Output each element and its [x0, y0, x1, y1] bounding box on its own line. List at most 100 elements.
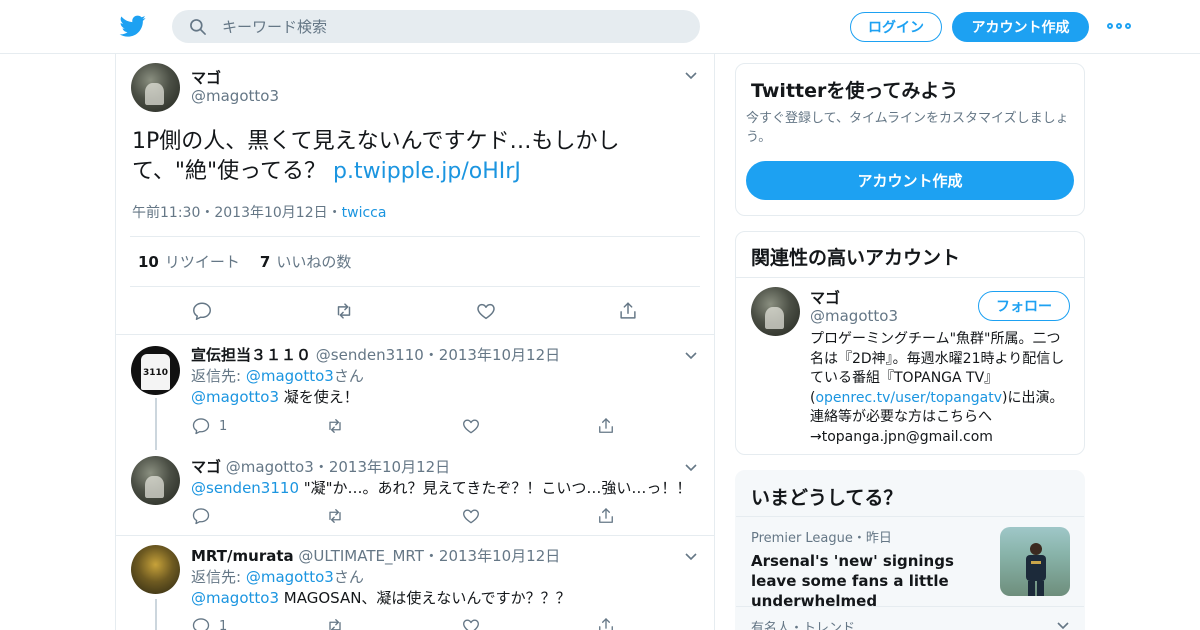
signup-card-button[interactable]: アカウント作成: [746, 161, 1074, 200]
reply-body: 凝を使え！: [279, 388, 359, 406]
share-icon[interactable]: [596, 616, 616, 630]
login-button[interactable]: ログイン: [850, 12, 942, 42]
reply-text: @magotto3 凝を使え！: [191, 386, 359, 407]
retweet-icon[interactable]: [325, 506, 345, 526]
reply-author-name[interactable]: MRT/murata: [191, 547, 294, 565]
reply-author-handle[interactable]: @magotto3: [226, 458, 314, 476]
follow-button[interactable]: フォロー: [978, 291, 1070, 321]
reply-to-handle[interactable]: @magotto3: [246, 367, 334, 385]
trend-meta: Premier League・昨日: [751, 531, 892, 546]
reply-body: MAGOSAN、凝は使えないんですか？？？: [279, 589, 571, 607]
reply-text: @magotto3 MAGOSAN、凝は使えないんですか？？？: [191, 587, 571, 608]
share-icon[interactable]: [617, 300, 639, 322]
signup-card-title: Twitterを使ってみよう: [751, 80, 959, 102]
reply-to-suffix: さん: [333, 568, 364, 586]
mention-link[interactable]: @senden3110: [191, 479, 299, 497]
divider: [736, 516, 1084, 517]
tweet-author-handle[interactable]: @magotto3: [191, 87, 279, 105]
reply-author-name[interactable]: 宣伝担当３１１０: [191, 346, 311, 364]
chevron-down-icon[interactable]: [684, 463, 698, 473]
reply-to-label: 返信先:: [191, 568, 246, 586]
avatar[interactable]: [751, 287, 800, 336]
reply-to-line: 返信先: @magotto3さん: [191, 365, 364, 386]
reply-icon[interactable]: [191, 616, 211, 630]
meta-dot: ・: [313, 458, 329, 476]
share-icon[interactable]: [596, 506, 616, 526]
heart-icon[interactable]: [461, 506, 481, 526]
trends-title: いまどうしてる？: [751, 487, 903, 509]
like-stat[interactable]: 7 いいねの数: [260, 251, 351, 272]
mention-link[interactable]: @magotto3: [191, 388, 279, 406]
bio-link[interactable]: openrec.tv/user/topangatv: [815, 390, 1002, 406]
retweet-icon[interactable]: [333, 300, 355, 322]
reply-header: 宣伝担当３１１０ @senden3110・2013年10月12日: [191, 344, 560, 365]
signup-button[interactable]: アカウント作成: [952, 12, 1089, 42]
chevron-down-icon[interactable]: [684, 71, 698, 81]
like-label: いいねの数: [276, 253, 352, 271]
trend-meta[interactable]: 有名人・トレンド: [751, 617, 855, 630]
like-count: 7: [259, 253, 271, 271]
avatar[interactable]: 3110: [131, 346, 180, 395]
twitter-logo-icon[interactable]: [119, 13, 147, 39]
reply-icon[interactable]: [191, 506, 211, 526]
heart-icon[interactable]: [475, 300, 497, 322]
chevron-down-icon[interactable]: [1056, 621, 1070, 630]
reply-body: "凝"か…。あれ？見えてきたぞ？！こいつ…強い…っ！！: [298, 479, 692, 497]
retweet-stat[interactable]: 10 リツイート: [138, 251, 240, 272]
divider: [116, 535, 714, 536]
thread-line: [155, 398, 157, 450]
reply-header: MRT/murata @ULTIMATE_MRT・2013年10月12日: [191, 545, 560, 566]
reply-count: 1: [219, 619, 228, 630]
tweet-source-link[interactable]: twicca: [342, 205, 387, 221]
reply-date[interactable]: 2013年10月12日: [439, 547, 560, 565]
reply-author-handle[interactable]: @ULTIMATE_MRT: [298, 547, 423, 565]
related-account-name[interactable]: マゴ: [810, 287, 840, 308]
signup-card-description: 今すぐ登録して、タイムラインをカスタマイズしましょう。: [746, 111, 1069, 145]
retweet-icon[interactable]: [325, 416, 345, 436]
chevron-down-icon[interactable]: [684, 351, 698, 361]
trend-thumbnail[interactable]: [1000, 527, 1070, 596]
reply-icon[interactable]: [191, 416, 211, 436]
avatar[interactable]: [131, 545, 180, 594]
meta-dot: ・: [423, 547, 439, 565]
tweet-link[interactable]: p.twipple.jp/oHIrJ: [333, 159, 521, 184]
reply-date[interactable]: 2013年10月12日: [439, 346, 560, 364]
share-icon[interactable]: [596, 416, 616, 436]
retweet-icon[interactable]: [325, 616, 345, 630]
reply-date[interactable]: 2013年10月12日: [329, 458, 450, 476]
tweet-text: 1P側の人、黒くて見えないんですケド…もしかして、"絶"使ってる？ p.twip…: [132, 127, 692, 187]
reply-count: 1: [219, 419, 228, 434]
trend-item[interactable]: Premier League・昨日 Arsenal's 'new' signin…: [751, 527, 1001, 611]
tweet-stats: 10 リツイート 7 いいねの数: [130, 236, 700, 287]
tweet-date[interactable]: 2013年10月12日: [214, 205, 327, 221]
top-bar: ログイン アカウント作成: [0, 0, 1200, 54]
more-options-icon[interactable]: [1107, 19, 1131, 33]
player-image-icon: [1026, 543, 1046, 596]
heart-icon[interactable]: [461, 616, 481, 630]
reply-tweet[interactable]: 3110 宣伝担当３１１０ @senden3110・2013年10月12日 返信…: [116, 344, 714, 454]
reply-icon[interactable]: [191, 300, 213, 322]
chevron-down-icon[interactable]: [684, 552, 698, 562]
reply-author-handle[interactable]: @senden3110: [316, 346, 424, 364]
related-accounts-title: 関連性の高いアカウント: [751, 247, 961, 269]
main-column: マゴ @magotto3 1P側の人、黒くて見えないんですケド…もしかして、"絶…: [115, 54, 715, 630]
avatar[interactable]: [131, 456, 180, 505]
divider: [736, 277, 1084, 278]
avatar[interactable]: [131, 63, 180, 112]
divider: [736, 606, 1084, 607]
tweet-time[interactable]: 午前11:30: [132, 205, 200, 221]
meta-dot: ・: [327, 205, 342, 221]
trends-card: いまどうしてる？ Premier League・昨日 Arsenal's 'ne…: [735, 470, 1085, 630]
reply-author-name[interactable]: マゴ: [191, 458, 221, 476]
thread-line: [155, 599, 157, 630]
heart-icon[interactable]: [461, 416, 481, 436]
reply-to-suffix: さん: [333, 367, 364, 385]
mention-link[interactable]: @magotto3: [191, 589, 279, 607]
search-input[interactable]: [222, 10, 682, 43]
related-account-handle[interactable]: @magotto3: [810, 307, 898, 325]
signup-card: Twitterを使ってみよう 今すぐ登録して、タイムラインをカスタマイズしましょ…: [735, 63, 1085, 216]
search-box[interactable]: [172, 10, 700, 43]
reply-to-handle[interactable]: @magotto3: [246, 568, 334, 586]
tweet-author-name[interactable]: マゴ: [191, 67, 221, 88]
reply-text: @senden3110 "凝"か…。あれ？見えてきたぞ？！こいつ…強い…っ！！: [191, 477, 691, 498]
